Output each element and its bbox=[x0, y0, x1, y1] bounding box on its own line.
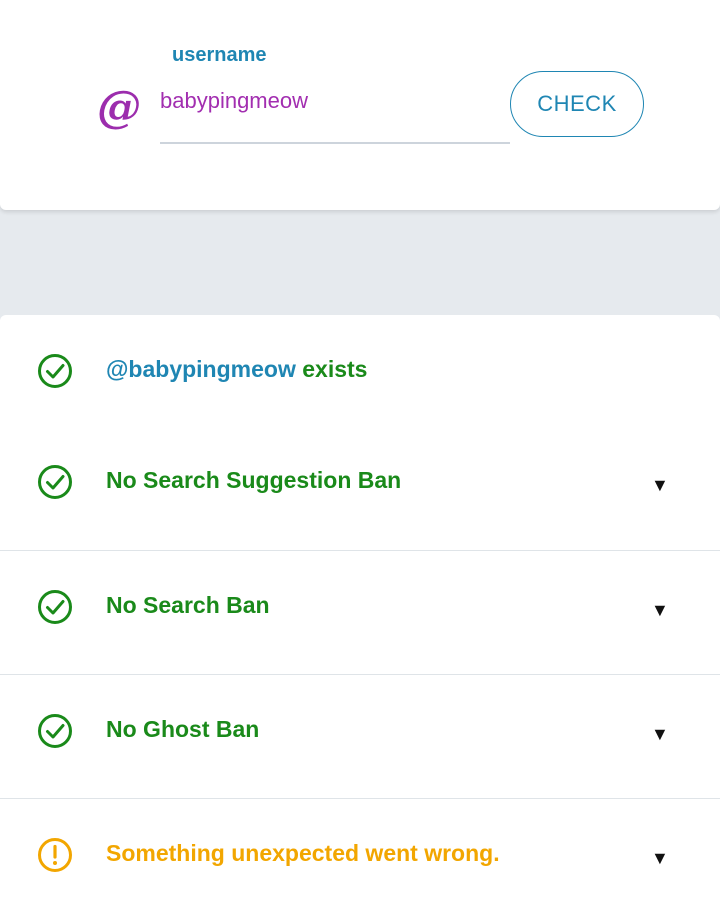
exists-text: @babypingmeow exists bbox=[106, 355, 367, 383]
check-circle-icon bbox=[38, 590, 72, 624]
result-label: No Ghost Ban bbox=[106, 716, 260, 742]
check-button[interactable]: CHECK bbox=[510, 71, 644, 137]
result-row-error[interactable]: Something unexpected went wrong. ▼ bbox=[0, 798, 720, 922]
exists-handle: @babypingmeow bbox=[106, 356, 296, 382]
result-row-exists: @babypingmeow exists bbox=[0, 315, 720, 425]
check-circle-icon bbox=[38, 354, 72, 388]
username-input[interactable] bbox=[160, 86, 510, 144]
triangle-down-icon[interactable]: ▼ bbox=[651, 848, 669, 869]
exclamation-circle-icon bbox=[38, 838, 72, 872]
results-card: @babypingmeow exists No Search Suggestio… bbox=[0, 315, 720, 922]
triangle-down-icon[interactable]: ▼ bbox=[651, 724, 669, 745]
result-row-search-suggestion-ban[interactable]: No Search Suggestion Ban ▼ bbox=[0, 425, 720, 550]
triangle-down-icon[interactable]: ▼ bbox=[651, 600, 669, 621]
result-row-search-ban[interactable]: No Search Ban ▼ bbox=[0, 550, 720, 674]
check-circle-icon bbox=[38, 714, 72, 748]
search-card: username @ CHECK bbox=[0, 0, 720, 210]
result-label: Something unexpected went wrong. bbox=[106, 840, 500, 866]
result-label: No Search Ban bbox=[106, 592, 270, 618]
result-row-ghost-ban[interactable]: No Ghost Ban ▼ bbox=[0, 674, 720, 798]
username-label: username bbox=[172, 44, 267, 66]
exists-suffix: exists bbox=[295, 356, 368, 382]
result-label: No Search Suggestion Ban bbox=[106, 467, 402, 493]
at-sign-icon: @ bbox=[97, 82, 141, 133]
triangle-down-icon[interactable]: ▼ bbox=[651, 475, 669, 496]
check-circle-icon bbox=[38, 465, 72, 499]
